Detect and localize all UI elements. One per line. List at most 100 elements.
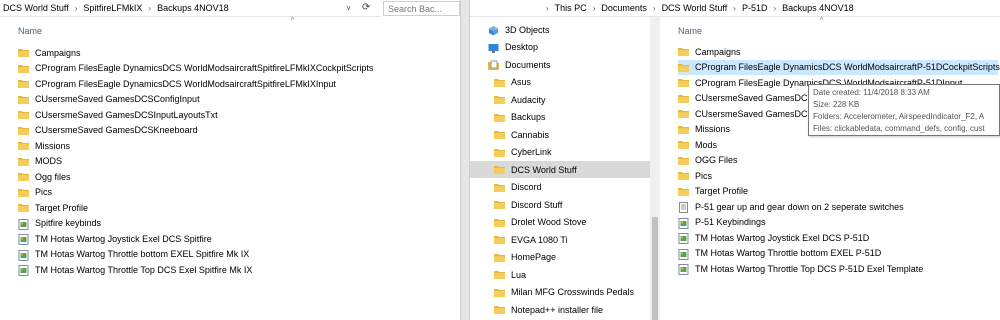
column-header-name[interactable]: Name bbox=[678, 26, 702, 36]
folder-icon bbox=[18, 172, 29, 181]
list-item[interactable]: OGG Files bbox=[678, 153, 998, 168]
folder-icon bbox=[494, 113, 505, 122]
nav-item[interactable]: Desktop bbox=[470, 39, 650, 56]
column-header-name[interactable]: Name bbox=[18, 26, 42, 36]
nav-item[interactable]: Cannabis bbox=[470, 126, 650, 143]
list-item[interactable]: CUsersmeSaved GamesDCSKneeboard bbox=[18, 123, 438, 138]
image-file-icon bbox=[678, 248, 689, 260]
list-item-label: Mods bbox=[695, 139, 718, 150]
list-item[interactable]: CProgram FilesEagle DynamicsDCS WorldMod… bbox=[18, 76, 438, 91]
nav-item[interactable]: Audacity bbox=[470, 91, 650, 108]
tooltip-files: Files: clickabledata, command_defs, conf… bbox=[813, 124, 985, 133]
list-item-label: TM Hotas Wartog Throttle Top DCS P-51D E… bbox=[695, 263, 924, 274]
list-item[interactable]: Pics bbox=[678, 168, 998, 183]
list-item[interactable]: Missions bbox=[18, 138, 438, 153]
image-file-icon bbox=[18, 249, 29, 261]
nav-item[interactable]: Drolet Wood Stove bbox=[470, 214, 650, 231]
nav-item-label: Documents bbox=[505, 59, 551, 70]
nav-item-label: Notepad++ installer file bbox=[511, 304, 604, 315]
breadcrumb-item[interactable]: Backups 4NOV18 bbox=[154, 3, 232, 13]
list-item[interactable]: TM Hotas Wartog Throttle Top DCS P-51D E… bbox=[678, 261, 998, 276]
nav-item[interactable]: Asus bbox=[470, 74, 650, 91]
folder-icon bbox=[18, 157, 29, 166]
nav-item[interactable]: DCS World Stuff bbox=[470, 161, 650, 178]
list-item[interactable]: TM Hotas Wartog Joystick Exel DCS Spitfi… bbox=[18, 231, 438, 246]
list-item[interactable]: CProgram FilesEagle DynamicsDCS WorldMod… bbox=[18, 61, 438, 76]
folder-icon bbox=[494, 78, 505, 87]
breadcrumb-item[interactable]: DCS World Stuff bbox=[0, 3, 72, 13]
list-item[interactable]: Ogg files bbox=[18, 169, 438, 184]
chevron-right-icon[interactable]: › bbox=[650, 4, 659, 13]
tooltip-folders: Folders: Accelerometer, AirspeedIndicato… bbox=[813, 112, 985, 121]
breadcrumb-item[interactable]: P-51D bbox=[739, 3, 771, 13]
folder-icon bbox=[494, 288, 505, 297]
folder-icon bbox=[494, 218, 505, 227]
breadcrumb-item[interactable]: SpitfireLFMkIX bbox=[80, 3, 145, 13]
nav-item[interactable]: Lua bbox=[470, 266, 650, 283]
list-item[interactable]: MODS bbox=[18, 154, 438, 169]
address-bar[interactable]: DCS World Stuff › SpitfireLFMkIX › Backu… bbox=[0, 0, 380, 17]
nav-item[interactable]: CyberLink bbox=[470, 144, 650, 161]
list-item[interactable]: Target Profile bbox=[678, 184, 998, 199]
scrollbar-thumb[interactable] bbox=[652, 217, 658, 320]
list-item[interactable]: Pics bbox=[18, 185, 438, 200]
list-item-label: CUsersmeSaved GamesDCSKneeboard bbox=[35, 125, 198, 135]
chevron-down-icon[interactable]: ∨ bbox=[344, 4, 353, 12]
file-tooltip: Date created: 11/4/2018 8:33 AM Size: 22… bbox=[808, 84, 1000, 136]
list-item[interactable]: Campaigns bbox=[678, 44, 998, 59]
chevron-right-icon[interactable]: › bbox=[770, 4, 779, 13]
nav-item[interactable]: Milan MFG Crosswinds Pedals bbox=[470, 284, 650, 301]
chevron-right-icon[interactable]: › bbox=[72, 4, 81, 13]
list-item[interactable]: CUsersmeSaved GamesDCSInputLayoutsTxt bbox=[18, 107, 438, 122]
chevron-right-icon[interactable]: › bbox=[730, 4, 739, 13]
refresh-icon[interactable]: ⟳ bbox=[358, 2, 374, 13]
folder-icon bbox=[678, 63, 689, 72]
list-item[interactable]: TM Hotas Wartog Throttle bottom EXEL P-5… bbox=[678, 246, 998, 261]
list-item-label: Target Profile bbox=[695, 186, 749, 196]
list-item[interactable]: Campaigns bbox=[18, 45, 438, 60]
folder-icon bbox=[494, 165, 505, 174]
folder-icon bbox=[494, 148, 505, 157]
list-item[interactable]: TM Hotas Wartog Joystick Exel DCS P-51D bbox=[678, 230, 998, 245]
list-item-label: Missions bbox=[35, 140, 71, 151]
nav-item[interactable]: Notepad++ installer file bbox=[470, 301, 650, 318]
image-file-icon bbox=[678, 217, 689, 229]
breadcrumb-item[interactable]: Backups 4NOV18 bbox=[779, 3, 857, 13]
folder-icon bbox=[678, 94, 689, 103]
navigation-pane: 3D Objects Desktop Documents Asus Audacity Ba… bbox=[470, 17, 650, 320]
list-item-label: TM Hotas Wartog Throttle bottom EXEL Spi… bbox=[35, 249, 250, 259]
list-item[interactable]: P-51 Keybindings bbox=[678, 215, 998, 230]
list-item[interactable]: TM Hotas Wartog Throttle Top DCS Exel Sp… bbox=[18, 262, 438, 277]
nav-item[interactable]: HomePage bbox=[470, 249, 650, 266]
list-item-label: Missions bbox=[695, 124, 731, 134]
list-item[interactable]: CUsersmeSaved GamesDCSConfigInput bbox=[18, 92, 438, 107]
list-item-label: OGG Files bbox=[695, 155, 738, 165]
list-item[interactable]: Mods bbox=[678, 137, 998, 152]
list-item[interactable]: TM Hotas Wartog Throttle bottom EXEL Spi… bbox=[18, 247, 438, 262]
list-item[interactable]: CProgram FilesEagle DynamicsDCS WorldMod… bbox=[678, 59, 1000, 75]
nav-item[interactable]: Documents bbox=[470, 56, 650, 73]
nav-item[interactable]: 3D Objects bbox=[470, 21, 650, 38]
breadcrumb-item[interactable]: DCS World Stuff bbox=[659, 3, 731, 13]
list-item-label: CUsersmeSaved GamesDCSInputLayoutsTxt bbox=[35, 109, 218, 120]
list-item[interactable]: Target Profile bbox=[18, 200, 438, 215]
breadcrumb-item[interactable]: Documents bbox=[598, 3, 650, 13]
nav-item[interactable]: Discord Stuff bbox=[470, 196, 650, 213]
nav-item[interactable]: Backups bbox=[470, 109, 650, 126]
chevron-right-icon[interactable]: › bbox=[470, 4, 552, 13]
search-input[interactable]: Search Bac... bbox=[383, 1, 460, 16]
folder-icon bbox=[494, 235, 505, 244]
list-item[interactable]: P-51 gear up and gear down on 2 seperate… bbox=[678, 199, 998, 214]
chevron-right-icon[interactable]: › bbox=[145, 4, 154, 13]
chevron-right-icon[interactable]: › bbox=[590, 4, 599, 13]
nav-item[interactable]: Discord bbox=[470, 179, 650, 196]
address-bar[interactable]: › This PC › Documents › DCS World Stuff … bbox=[470, 0, 1000, 17]
list-item[interactable]: Spitfire keybinds bbox=[18, 216, 438, 231]
folder-icon bbox=[18, 110, 29, 119]
image-file-icon bbox=[678, 264, 689, 275]
nav-item[interactable]: EVGA 1080 Ti bbox=[470, 231, 650, 248]
list-item-label: TM Hotas Wartog Joystick Exel DCS Spitfi… bbox=[35, 233, 212, 244]
breadcrumb-item[interactable]: This PC bbox=[552, 3, 590, 13]
list-item-label: CUsersmeSaved GamesDCSConfigInput bbox=[35, 94, 200, 104]
navigation-scrollbar[interactable] bbox=[650, 17, 660, 320]
